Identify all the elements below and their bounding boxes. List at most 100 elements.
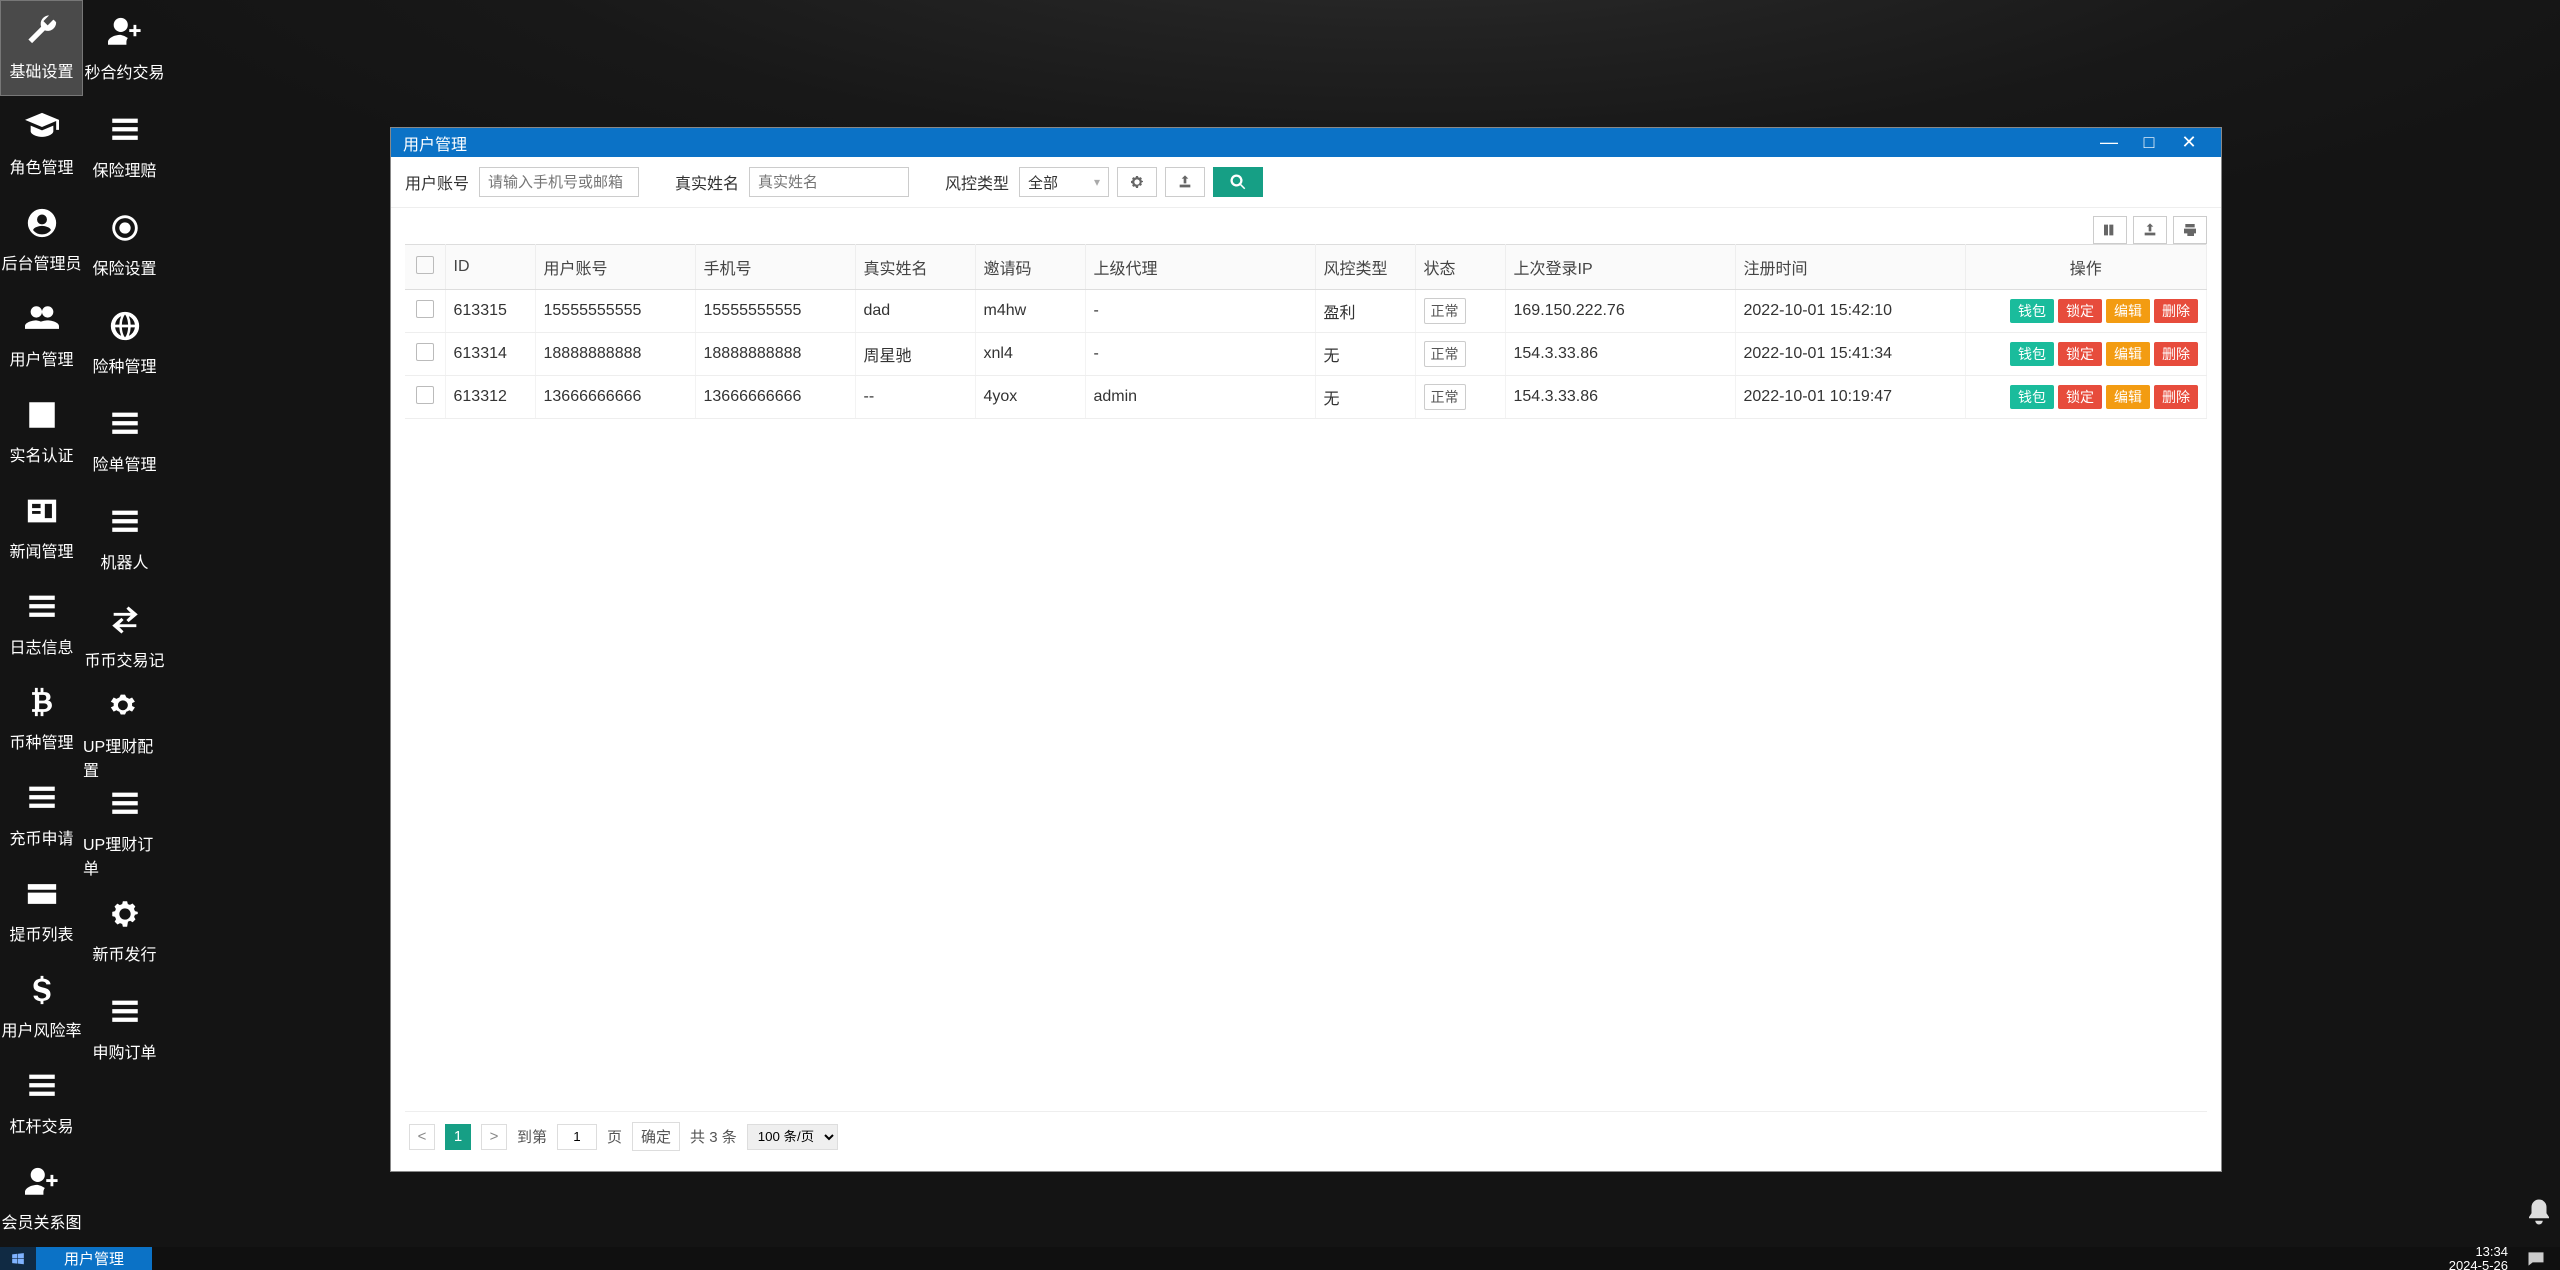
filter-account-input[interactable] [479,167,639,197]
cell-account: 15555555555 [535,290,695,333]
nav-item-保险设置[interactable]: 保险设置 [83,196,166,294]
cell-ip: 154.3.33.86 [1505,333,1735,376]
nav-item-用户管理[interactable]: 用户管理 [0,288,83,384]
edit-button[interactable]: 编辑 [2106,385,2150,409]
usercircle-icon [25,206,59,240]
page-number-current[interactable]: 1 [445,1124,471,1150]
nav-item-币种管理[interactable]: 币种管理 [0,672,83,768]
nav-item-秒合约交易[interactable]: 秒合约交易 [83,0,166,98]
nav-item-申购订单[interactable]: 申购订单 [83,980,166,1078]
nav-item-充币申请[interactable]: 充币申请 [0,767,83,863]
delete-button[interactable]: 删除 [2154,342,2198,366]
cell-status: 正常 [1415,376,1505,419]
list-icon [25,781,59,815]
list-icon [108,407,142,441]
nav-item-label: 保险理赔 [92,157,156,181]
nav-item-险种管理[interactable]: 险种管理 [83,294,166,392]
nav-item-新币发行[interactable]: 新币发行 [83,882,166,980]
nav-item-杠杆交易[interactable]: 杠杆交易 [0,1055,83,1151]
tray-clock[interactable]: 13:34 2024-5-26 [2449,1245,2508,1270]
wallet-button[interactable]: 钱包 [2010,299,2054,323]
print-button[interactable] [2173,216,2207,244]
row-checkbox[interactable] [416,300,434,318]
filter-export-button[interactable] [1165,167,1205,197]
col-upline[interactable]: 上级代理 [1085,245,1315,290]
nav-item-币币交易记[interactable]: 币币交易记 [83,588,166,686]
window-close-button[interactable]: ✕ [2169,132,2209,153]
filter-risk-select[interactable]: 全部 ▾ [1019,167,1109,197]
taskbar-active-label: 用户管理 [64,1248,124,1269]
goto-confirm-button[interactable]: 确定 [632,1122,680,1151]
row-checkbox[interactable] [416,386,434,404]
goto-page-input[interactable] [557,1124,597,1150]
nav-item-label: 日志信息 [9,634,73,658]
wallet-button[interactable]: 钱包 [2010,342,2054,366]
cell-account: 13666666666 [535,376,695,419]
search-button[interactable] [1213,167,1263,197]
cell-account: 18888888888 [535,333,695,376]
print-icon [2182,222,2198,238]
delete-button[interactable]: 删除 [2154,299,2198,323]
nav-item-用户风险率[interactable]: 用户风险率 [0,959,83,1055]
window-title: 用户管理 [403,131,2089,155]
col-id[interactable]: ID [445,245,535,290]
export-button[interactable] [2133,216,2167,244]
delete-button[interactable]: 删除 [2154,385,2198,409]
cell-regtime: 2022-10-01 15:41:34 [1735,333,1965,376]
chat-icon[interactable] [2526,1249,2546,1269]
row-checkbox[interactable] [416,343,434,361]
select-all-checkbox[interactable] [416,256,434,274]
window-minimize-button[interactable]: — [2089,132,2129,153]
nav-item-label: 基础设置 [9,58,73,82]
page-prev-button[interactable]: < [409,1124,435,1150]
nav-item-机器人[interactable]: 机器人 [83,490,166,588]
table-row: 6133121366666666613666666666--4yoxadmin无… [405,376,2207,419]
nav-item-后台管理员[interactable]: 后台管理员 [0,192,83,288]
window-maximize-button[interactable]: □ [2129,132,2169,153]
nav-item-保险理赔[interactable]: 保险理赔 [83,98,166,196]
nav-item-label: 险单管理 [92,451,156,475]
nav-item-基础设置[interactable]: 基础设置 [0,0,83,96]
nav-item-会员关系图[interactable]: 会员关系图 [0,1151,83,1247]
filter-name-input[interactable] [749,167,909,197]
edit-button[interactable]: 编辑 [2106,342,2150,366]
page-next-button[interactable]: > [481,1124,507,1150]
start-button[interactable] [0,1247,36,1270]
globe-icon [108,309,142,343]
lock-button[interactable]: 锁定 [2058,342,2102,366]
nav-item-UP理财订单[interactable]: UP理财订单 [83,784,166,882]
col-phone[interactable]: 手机号 [695,245,855,290]
col-risk[interactable]: 风控类型 [1315,245,1415,290]
notifications-button[interactable] [2524,1197,2554,1232]
col-ip[interactable]: 上次登录IP [1505,245,1735,290]
col-realname[interactable]: 真实姓名 [855,245,975,290]
nav-item-提币列表[interactable]: 提币列表 [0,863,83,959]
edit-button[interactable]: 编辑 [2106,299,2150,323]
nav-item-UP理财配置[interactable]: UP理财配置 [83,686,166,784]
nav-item-实名认证[interactable]: 实名认证 [0,384,83,480]
columns-button[interactable] [2093,216,2127,244]
col-status[interactable]: 状态 [1415,245,1505,290]
taskbar: 用户管理 13:34 2024-5-26 [0,1247,2560,1270]
col-regtime[interactable]: 注册时间 [1735,245,1965,290]
col-invite[interactable]: 邀请码 [975,245,1085,290]
sidebar: 基础设置角色管理后台管理员用户管理实名认证新闻管理日志信息币种管理充币申请提币列… [0,0,166,1247]
cell-ip: 154.3.33.86 [1505,376,1735,419]
wallet-button[interactable]: 钱包 [2010,385,2054,409]
nav-item-label: 用户管理 [9,346,73,370]
taskbar-active-window[interactable]: 用户管理 [36,1247,152,1270]
swap-icon [108,603,142,637]
nav-item-险单管理[interactable]: 险单管理 [83,392,166,490]
lock-button[interactable]: 锁定 [2058,299,2102,323]
nav-item-角色管理[interactable]: 角色管理 [0,96,83,192]
nav-item-新闻管理[interactable]: 新闻管理 [0,480,83,576]
cell-status: 正常 [1415,290,1505,333]
per-page-select[interactable]: 100 条/页 [747,1124,838,1150]
nav-item-日志信息[interactable]: 日志信息 [0,576,83,672]
lock-button[interactable]: 锁定 [2058,385,2102,409]
filter-risk-selected: 全部 [1028,172,1058,193]
col-account[interactable]: 用户账号 [535,245,695,290]
filter-settings-button[interactable] [1117,167,1157,197]
cell-risk: 盈利 [1315,290,1415,333]
cell-regtime: 2022-10-01 15:42:10 [1735,290,1965,333]
